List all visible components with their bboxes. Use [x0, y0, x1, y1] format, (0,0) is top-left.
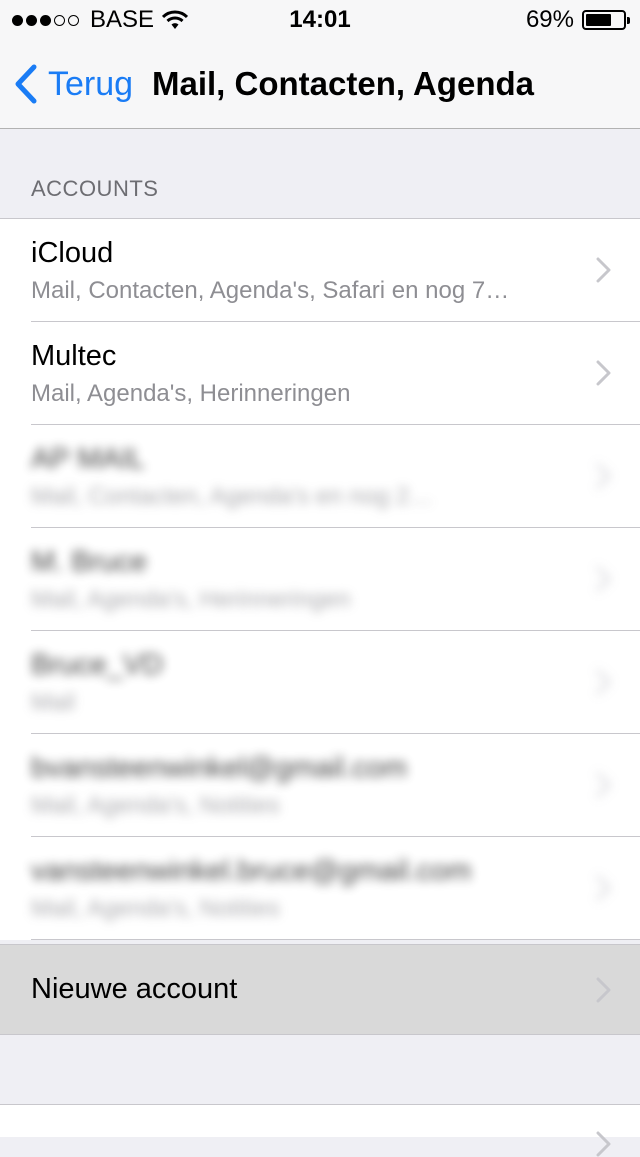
account-services: Mail: [31, 689, 76, 716]
account-name: AP MAIL: [31, 443, 145, 475]
back-button-label: Terug: [48, 64, 134, 103]
account-row[interactable]: AP MAIL Mail, Contacten, Agenda's en nog …: [0, 425, 640, 528]
account-name: Bruce_VD: [31, 649, 164, 681]
account-services: Mail, Contacten, Agenda's, Safari en nog…: [31, 277, 510, 304]
account-services: Mail, Agenda's, Notities: [31, 792, 280, 819]
account-name: vansteenwinkel.bruce@gmail.com: [31, 855, 472, 887]
back-button[interactable]: Terug: [14, 40, 133, 128]
chevron-right-icon: [596, 360, 611, 386]
account-row[interactable]: vansteenwinkel.bruce@gmail.com Mail, Agen…: [0, 837, 640, 940]
chevron-right-icon: [596, 566, 611, 592]
battery-nub: [627, 17, 630, 24]
account-services: Mail, Agenda's, Notities: [31, 895, 280, 922]
battery-fill: [586, 14, 611, 26]
new-account-button[interactable]: Nieuwe account: [0, 944, 640, 1035]
account-services: Mail, Agenda's, Herinneringen: [31, 380, 351, 407]
chevron-right-icon: [596, 463, 611, 489]
status-bar: BASE 14:01 69%: [0, 0, 640, 40]
chevron-left-icon: [15, 64, 37, 104]
accounts-section-header: ACCOUNTS: [31, 176, 159, 201]
account-name: bvansteenwinkel@gmail.com: [31, 752, 407, 784]
chevron-right-icon: [596, 1131, 611, 1157]
new-account-label: Nieuwe account: [31, 973, 238, 1005]
account-row[interactable]: Multec Mail, Agenda's, Herinneringen: [0, 322, 640, 425]
next-settings-group: [0, 1104, 640, 1157]
account-services: Mail, Contacten, Agenda's en nog 2…: [31, 483, 434, 510]
chevron-right-icon: [596, 257, 611, 283]
account-row[interactable]: iCloud Mail, Contacten, Agenda's, Safari …: [0, 219, 640, 322]
account-row[interactable]: bvansteenwinkel@gmail.com Mail, Agenda's,…: [0, 734, 640, 837]
battery-percentage: 69%: [525, 6, 574, 33]
navigation-bar: Terug Mail, Contacten, Agenda: [0, 40, 640, 129]
battery-icon: [582, 10, 630, 30]
account-name: Multec: [31, 340, 117, 372]
status-right: 69%: [525, 0, 630, 40]
account-row[interactable]: M. Bruce Mail, Agenda's, Herinneringen: [0, 528, 640, 631]
accounts-list: iCloud Mail, Contacten, Agenda's, Safari …: [0, 218, 640, 940]
page-title: Mail, Contacten, Agenda: [152, 65, 534, 102]
account-row[interactable]: Bruce_VD Mail: [0, 631, 640, 734]
row-separator: [31, 939, 640, 940]
account-name: iCloud: [31, 237, 114, 269]
chevron-right-icon: [596, 875, 611, 901]
account-services: Mail, Agenda's, Herinneringen: [31, 586, 351, 613]
chevron-right-icon: [596, 669, 611, 695]
account-name: M. Bruce: [31, 546, 148, 578]
chevron-right-icon: [596, 772, 611, 798]
chevron-right-icon: [596, 977, 611, 1003]
